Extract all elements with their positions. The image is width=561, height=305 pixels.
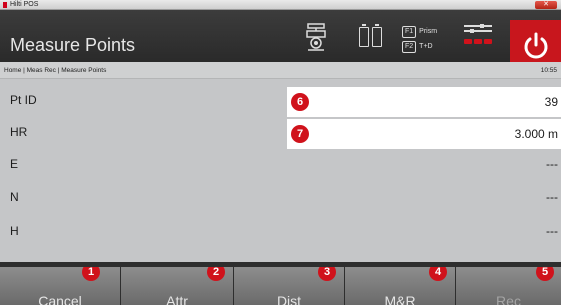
- measure-record-button[interactable]: M&R 4: [345, 267, 455, 305]
- softkey-label: M&R: [384, 293, 416, 305]
- field-row-e: E ---: [0, 149, 561, 179]
- cancel-button[interactable]: Cancel 1: [0, 267, 120, 305]
- pt-id-input[interactable]: 39: [287, 87, 561, 117]
- callout-badge: 5: [536, 267, 554, 281]
- fkey-row[interactable]: F2 T+D: [402, 39, 452, 54]
- softkey-label: Rec: [496, 293, 521, 305]
- h-value: ---: [546, 224, 558, 238]
- callout-badge: 6: [291, 93, 309, 111]
- dist-button[interactable]: Dist 3: [234, 267, 344, 305]
- fkey-f2-label: T+D: [419, 43, 433, 50]
- prism-icon[interactable]: [303, 20, 329, 54]
- callout-badge: 7: [291, 125, 309, 143]
- softkey-label: Cancel: [38, 293, 82, 305]
- field-label: N: [10, 190, 19, 204]
- fkey-f2[interactable]: F2: [402, 40, 417, 53]
- softkey-bar: Cancel 1 Attr 2 Dist 3 M&R 4 Rec 5: [0, 262, 561, 305]
- field-label: HR: [10, 125, 28, 139]
- page-title: Measure Points: [10, 35, 136, 55]
- n-value: ---: [546, 190, 558, 204]
- battery-cell-icon: [371, 24, 382, 47]
- window-close-button[interactable]: ✕: [535, 1, 557, 9]
- measure-form: Pt ID 39 6 HR 3.000 m 7 E --- N --- H --…: [0, 79, 561, 262]
- softkey-label: Attr: [166, 293, 188, 305]
- field-label: Pt ID: [10, 93, 37, 107]
- window-titlebar: Hilti POS ✕: [0, 0, 561, 10]
- softkey-label: Dist: [276, 293, 302, 305]
- callout-badge: 3: [318, 267, 336, 281]
- callout-badge: 2: [207, 267, 225, 281]
- fkey-row[interactable]: F1 Prism: [402, 24, 452, 39]
- attr-button[interactable]: Attr 2: [121, 267, 233, 305]
- window-title: Hilti POS: [10, 1, 39, 8]
- breadcrumb: Home | Meas Rec | Measure Points: [4, 67, 107, 74]
- fkey-f1[interactable]: F1: [402, 25, 417, 38]
- app-header: Measure Points F1 Prism F2 T+D: [0, 10, 561, 72]
- app-logo-icon: [3, 2, 7, 8]
- function-key-panel[interactable]: F1 Prism F2 T+D: [402, 24, 452, 56]
- battery-cell-icon: [358, 24, 369, 47]
- settings-icon[interactable]: [462, 20, 494, 54]
- field-row-h: H ---: [0, 216, 561, 246]
- field-row-pt-id: Pt ID 39 6: [0, 85, 561, 117]
- rec-button[interactable]: Rec 5: [456, 267, 561, 305]
- field-label: E: [10, 157, 19, 171]
- callout-badge: 1: [82, 267, 100, 281]
- fkey-f1-label: Prism: [419, 28, 438, 35]
- field-row-hr: HR 3.000 m 7: [0, 117, 561, 149]
- battery-icon: [354, 20, 386, 54]
- breadcrumb-bar: Home | Meas Rec | Measure Points 10:55: [0, 62, 561, 79]
- power-icon: [524, 32, 547, 59]
- field-label: H: [10, 224, 19, 238]
- field-row-n: N ---: [0, 182, 561, 212]
- callout-badge: 4: [429, 267, 447, 281]
- hr-input[interactable]: 3.000 m: [287, 119, 561, 149]
- e-value: ---: [546, 157, 558, 171]
- clock: 10:55: [540, 67, 557, 74]
